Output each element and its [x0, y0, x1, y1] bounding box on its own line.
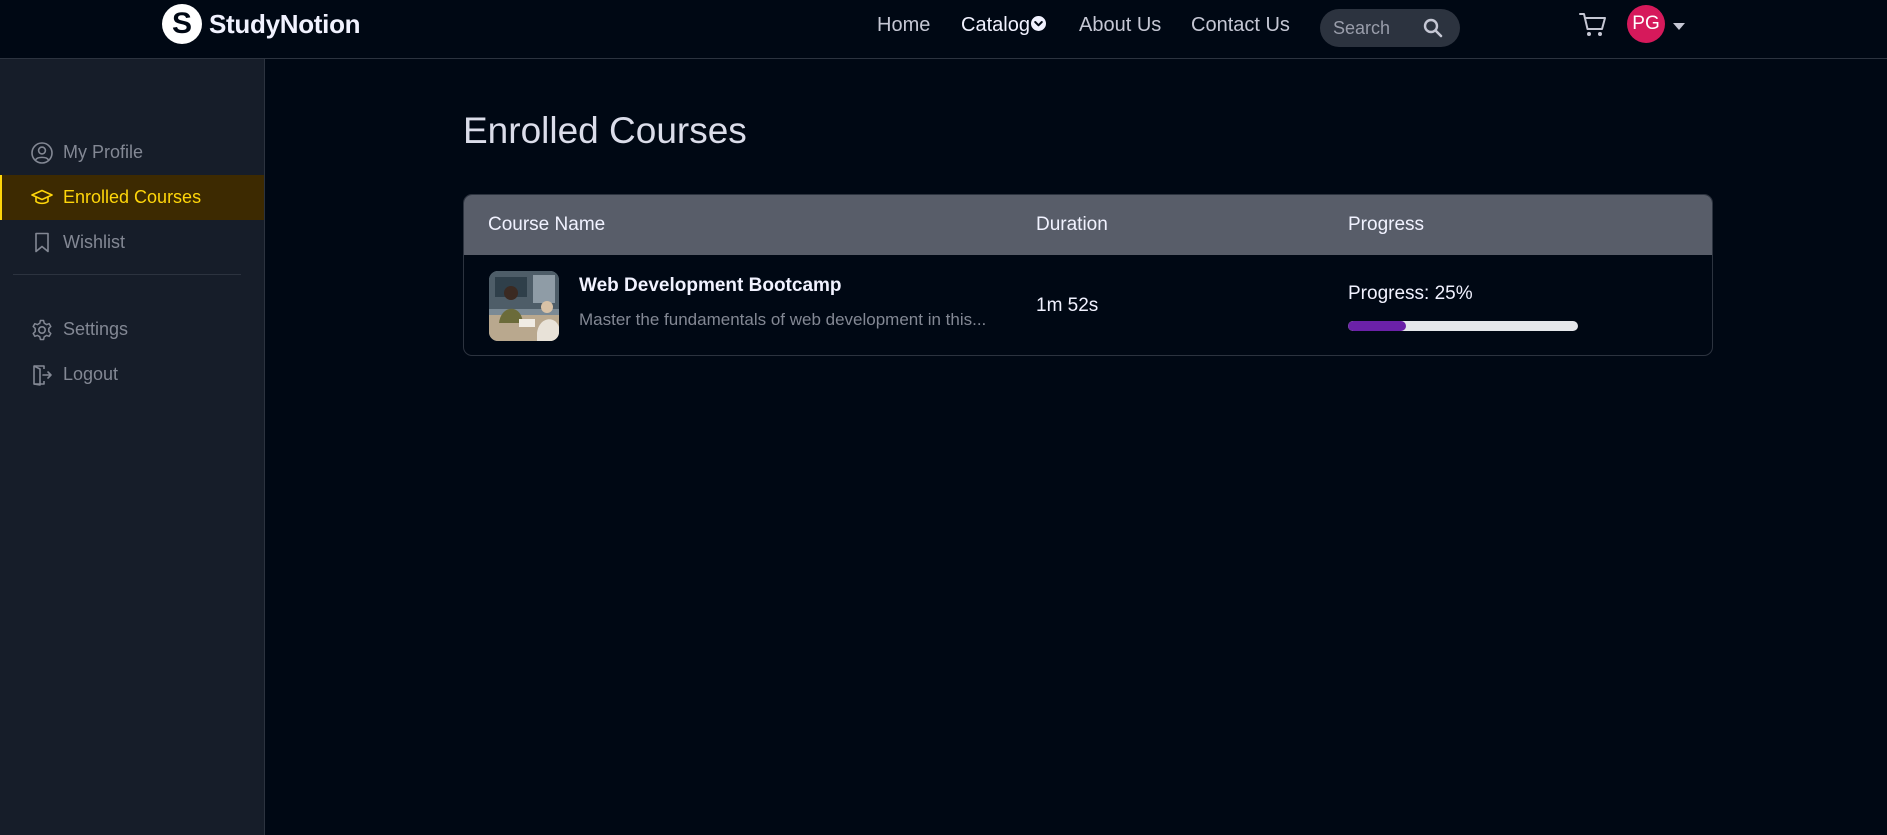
user-circle-icon [30, 141, 54, 165]
sidebar-item-my-profile[interactable]: My Profile [0, 130, 264, 175]
progress-label: Progress: 25% [1348, 283, 1473, 304]
sidebar-item-label: Wishlist [63, 232, 125, 252]
progress-bar-fill [1348, 321, 1406, 331]
enrolled-courses-table: Course Name Duration Progress Web Develo… [463, 194, 1713, 356]
sidebar-item-label: Settings [63, 319, 129, 339]
course-title[interactable]: Web Development Bootcamp [579, 275, 842, 297]
column-header-course: Course Name [488, 214, 606, 235]
table-row[interactable]: Web Development Bootcamp Master the fund… [464, 255, 1712, 355]
page-title: Enrolled Courses [463, 110, 747, 151]
gear-icon [30, 318, 54, 342]
sidebar-item-label: My Profile [63, 142, 144, 162]
sidebar-item-settings[interactable]: Settings [0, 307, 264, 352]
progress-bar [1348, 321, 1578, 331]
search-input[interactable] [1331, 16, 1419, 40]
sidebar-item-enrolled-courses[interactable]: Enrolled Courses [0, 175, 264, 220]
table-header: Course Name Duration Progress [464, 195, 1712, 255]
nav-contact[interactable]: Contact Us [1191, 10, 1290, 40]
avatar[interactable]: PG [1627, 5, 1665, 43]
bookmark-icon [30, 231, 54, 255]
search-box [1320, 9, 1460, 47]
column-header-duration: Duration [1036, 214, 1108, 235]
nav-about[interactable]: About Us [1079, 10, 1161, 40]
sidebar-item-logout[interactable]: Logout [0, 352, 264, 397]
sidebar-divider [13, 274, 241, 275]
sidebar-item-label: Enrolled Courses [63, 187, 202, 207]
graduation-cap-icon [30, 186, 54, 210]
search-icon[interactable] [1423, 18, 1443, 43]
caret-down-icon[interactable] [1673, 18, 1685, 36]
course-duration: 1m 52s [1036, 295, 1099, 316]
top-navbar: S StudyNotion Home Catalog About Us Cont… [0, 0, 1887, 59]
course-description: Master the fundamentals of web developme… [579, 310, 987, 329]
cart-icon[interactable] [1579, 12, 1607, 43]
sidebar: My Profile Enrolled Courses Wishlist Set… [0, 59, 265, 835]
nav-catalog-label: Catalog [961, 14, 1030, 36]
nav-catalog[interactable]: Catalog [961, 10, 1046, 40]
logout-icon [30, 363, 54, 387]
course-thumbnail[interactable] [489, 271, 559, 341]
sidebar-item-label: Logout [63, 364, 119, 384]
sidebar-item-wishlist[interactable]: Wishlist [0, 220, 264, 265]
nav-home[interactable]: Home [877, 10, 930, 40]
chevron-down-icon [1030, 16, 1046, 32]
column-header-progress: Progress [1348, 214, 1425, 235]
